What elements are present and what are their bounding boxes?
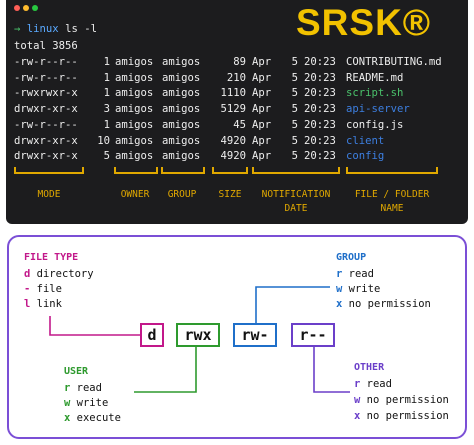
file-type-text: link [36,298,62,310]
other-item: w no permission [354,394,449,406]
other-text: no permission [366,410,449,422]
group-text: no permission [348,298,431,310]
user-item: w write [64,397,108,409]
user-title: USER [64,366,89,377]
group-item: r read [336,268,374,280]
connector-lines [49,286,350,393]
other-permission-box: r-- [291,323,335,347]
file-type-connector [49,316,140,336]
group-text: write [348,283,381,295]
file-type-text: file [36,283,62,295]
file-type-item: l link [24,298,62,310]
other-connector [313,347,350,393]
other-text: read [366,378,392,390]
other-item: x no permission [354,410,449,422]
user-item: x execute [64,412,121,424]
file-type-text: directory [36,268,94,280]
file-type-key: l [24,298,31,310]
other-key: x [354,410,361,422]
file-type-title: FILE TYPE [24,252,79,263]
other-title: OTHER [354,362,385,373]
group-title: GROUP [336,252,367,263]
group-key: r [336,268,343,280]
user-connector [134,347,197,393]
other-key: r [354,378,361,390]
group-key: w [336,283,343,295]
group-item: x no permission [336,298,431,310]
other-item: r read [354,378,392,390]
file-type-box: d [140,323,164,347]
file-type-key: - [24,283,31,295]
other-text: no permission [366,394,449,406]
user-text: write [76,397,109,409]
user-key: x [64,412,71,424]
user-text: execute [76,412,121,424]
group-connector [255,286,330,323]
group-permission-box: rw- [233,323,277,347]
other-key: w [354,394,361,406]
file-type-key: d [24,268,31,280]
user-key: w [64,397,71,409]
group-item: w write [336,283,380,295]
group-key: x [336,298,343,310]
file-type-item: d directory [24,268,94,280]
user-permission-box: rwx [176,323,220,347]
user-item: r read [64,382,102,394]
user-text: read [76,382,102,394]
file-type-item: - file [24,283,62,295]
user-key: r [64,382,71,394]
group-text: read [348,268,374,280]
